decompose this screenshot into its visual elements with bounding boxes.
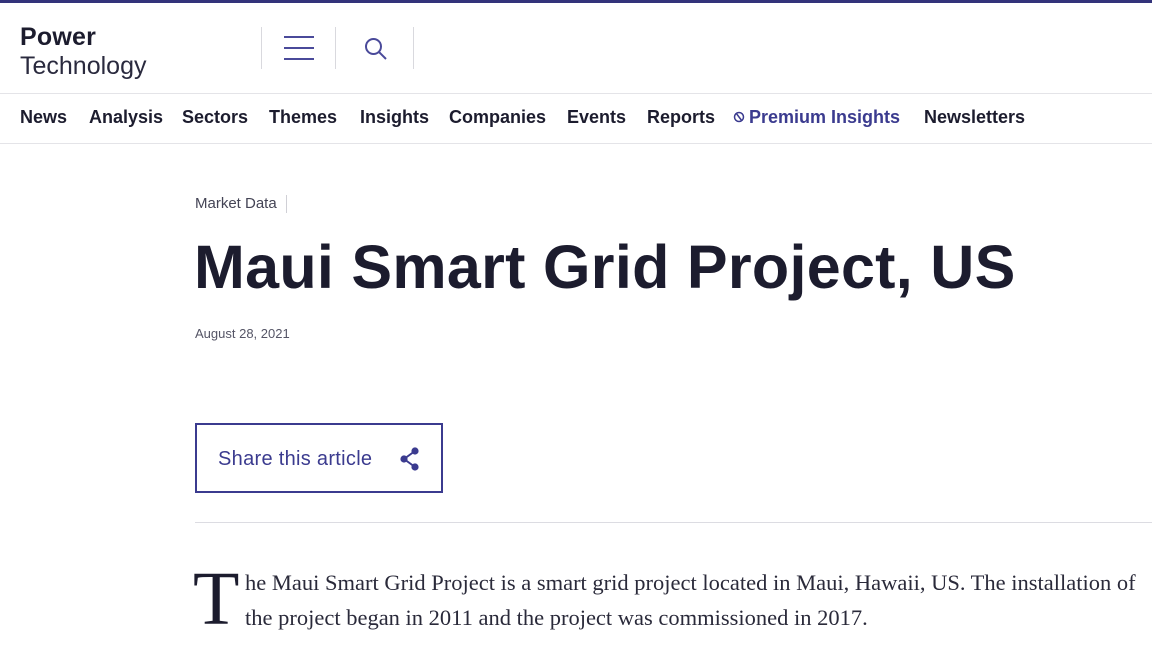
logo-line-2: Technology	[20, 52, 147, 80]
article-intro-paragraph: he Maui Smart Grid Project is a smart gr…	[245, 570, 1136, 630]
article-category[interactable]: Market Data	[195, 195, 287, 213]
article-title: Maui Smart Grid Project, US	[194, 233, 1016, 301]
nav-item-premium-insights-label: Premium Insights	[749, 107, 901, 127]
nav-item-themes[interactable]: Themes	[269, 107, 337, 128]
nav-item-events[interactable]: Events	[567, 107, 626, 128]
nav-item-analysis[interactable]: Analysis	[89, 107, 163, 128]
logo-line-1: Power	[20, 23, 97, 51]
nav-item-newsletters[interactable]: Newsletters	[924, 107, 1025, 128]
site-header: Power Technology	[0, 3, 1152, 93]
nav-item-companies[interactable]: Companies	[449, 107, 546, 128]
article-date: August 28, 2021	[195, 326, 290, 341]
drop-cap-letter: T	[193, 557, 240, 641]
nav-item-insights[interactable]: Insights	[360, 107, 429, 128]
nav-item-sectors[interactable]: Sectors	[182, 107, 248, 128]
menu-button[interactable]	[270, 27, 328, 69]
hamburger-menu-icon	[284, 36, 314, 38]
site-logo[interactable]: Power Technology	[20, 23, 146, 81]
header-divider	[413, 27, 414, 69]
nav-item-reports[interactable]: Reports	[647, 107, 715, 128]
main-navigation: News Analysis Sectors Themes Insights Co…	[0, 93, 1152, 144]
search-button[interactable]	[345, 27, 405, 69]
header-divider	[335, 27, 336, 69]
nav-item-premium-insights[interactable]: Premium Insights	[733, 107, 900, 128]
search-icon	[365, 38, 387, 60]
content-divider	[195, 522, 1152, 523]
hamburger-menu-icon-bar	[284, 58, 314, 60]
header-divider	[261, 27, 262, 69]
nav-item-news[interactable]: News	[20, 107, 67, 128]
share-button-label: Share this article	[218, 448, 373, 470]
share-icon	[400, 447, 419, 471]
share-article-button[interactable]: Share this article	[195, 423, 443, 493]
premium-insights-icon	[733, 111, 745, 123]
hamburger-menu-icon-bar	[284, 47, 314, 49]
